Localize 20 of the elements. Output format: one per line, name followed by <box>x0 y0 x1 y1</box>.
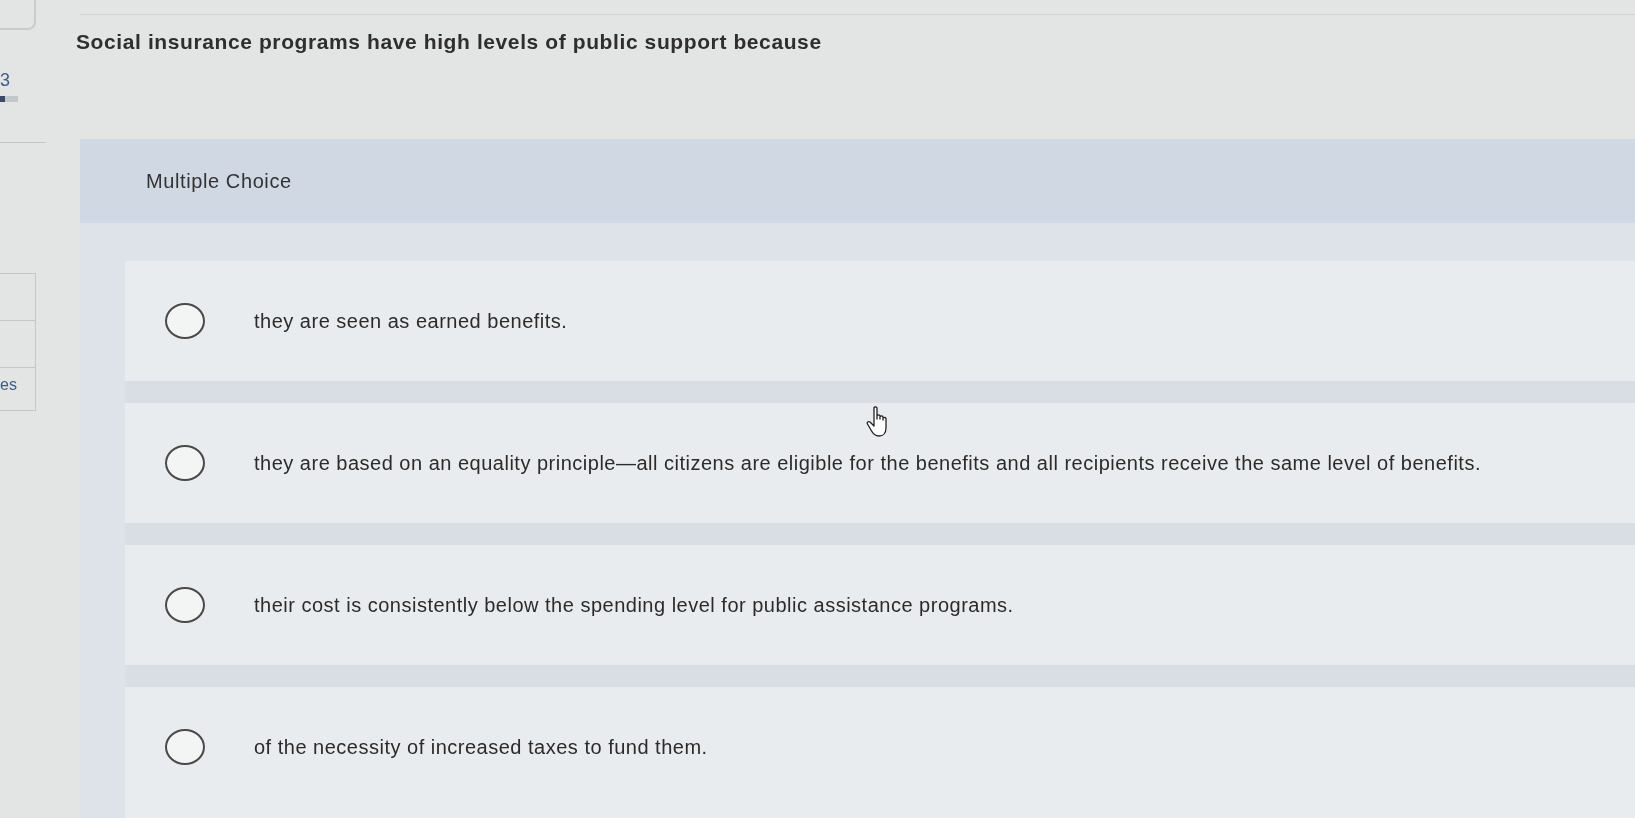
answer-option[interactable]: they are seen as earned benefits. <box>125 261 1635 381</box>
sidebar-item[interactable]: es <box>0 367 36 411</box>
option-text: their cost is consistently below the spending level for public assistance programs. <box>254 593 1014 617</box>
radio-button[interactable] <box>165 303 205 339</box>
answer-option[interactable]: of the necessity of increased taxes to fund them. <box>125 687 1635 807</box>
option-text: they are based on an equality principle—all citizens are eligible for the benefits and all recipients receive the same level of benefits. <box>254 451 1481 475</box>
question-type-label: Multiple Choice <box>146 169 292 193</box>
option-text: they are seen as earned benefits. <box>254 309 568 333</box>
radio-button[interactable] <box>165 587 205 623</box>
sidebar-row <box>0 273 36 320</box>
bar-icon <box>0 96 18 102</box>
answer-option[interactable]: they are based on an equality principle—all citizens are eligible for the benefits and all recipients receive the same level of benefits. <box>125 403 1635 523</box>
sidebar-number: 3 <box>0 70 11 90</box>
answer-option[interactable]: their cost is consistently below the spending level for public assistance programs. <box>125 545 1635 665</box>
radio-button[interactable] <box>165 445 205 481</box>
radio-button[interactable] <box>165 729 205 765</box>
sidebar-tile <box>0 0 36 30</box>
question-text: Social insurance programs have high levels of public support because <box>76 29 823 55</box>
option-text: of the necessity of increased taxes to fund them. <box>254 735 708 759</box>
sidebar-row <box>0 320 36 367</box>
